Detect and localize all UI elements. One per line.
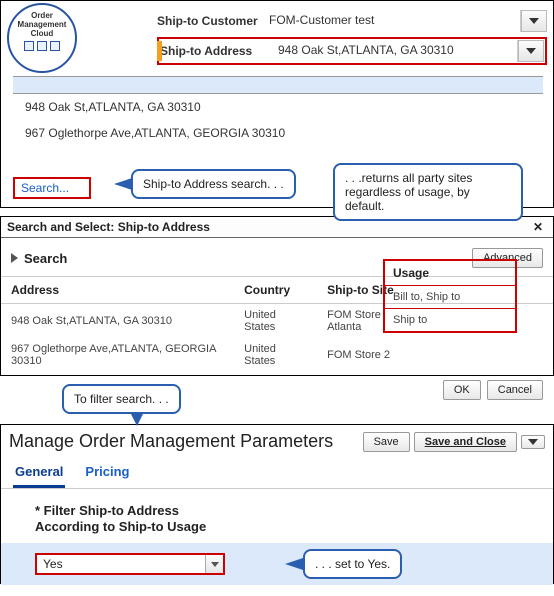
parameters-header: Manage Order Management Parameters Save … <box>1 425 553 454</box>
address-dropdown-list: 948 Oak St,ATLANTA, GA 30310 967 Ogletho… <box>13 76 543 146</box>
required-marker-icon <box>157 41 162 61</box>
mid-callout-area: To filter search. . . <box>0 376 554 424</box>
filter-ship-to-label: * Filter Ship-to Address According to Sh… <box>1 489 553 543</box>
col-usage[interactable]: Usage <box>384 260 516 286</box>
filter-ship-to-select[interactable]: Yes <box>35 553 225 575</box>
cell-usage: Bill to, Ship to <box>384 286 516 309</box>
ship-to-address-label: Ship-to Address <box>160 44 266 58</box>
col-country[interactable]: Country <box>234 277 317 304</box>
order-header-panel: Order Management Cloud Ship-to Customer … <box>0 0 554 208</box>
callout-pointer-icon <box>285 558 303 570</box>
app-logo-badge: Order Management Cloud <box>7 3 77 73</box>
cell-site: FOM Store 2 <box>317 338 419 372</box>
table-row[interactable]: 967 Oglethorpe Ave,ATLANTA, GEORGIA 3031… <box>1 338 553 372</box>
chevron-down-icon <box>211 562 219 567</box>
ship-to-customer-row: Ship-to Customer FOM-Customer test <box>157 7 547 35</box>
chevron-down-icon <box>528 439 538 445</box>
callout-set-to-yes: . . . set to Yes. <box>303 549 402 579</box>
save-button[interactable]: Save <box>363 432 410 452</box>
cell-country: United States <box>234 338 317 372</box>
dialog-title-text: Search and Select: Ship-to Address <box>7 220 210 234</box>
cell-address: 967 Oglethorpe Ave,ATLANTA, GEORGIA 3031… <box>1 338 234 372</box>
col-address[interactable]: Address <box>1 277 234 304</box>
parameter-value-row: Yes . . . set to Yes. <box>1 543 553 585</box>
cell-usage: Ship to <box>384 309 516 333</box>
search-select-dialog: Search and Select: Ship-to Address ✕ Sea… <box>0 216 554 376</box>
callout-pointer-icon <box>130 412 144 426</box>
tab-general[interactable]: General <box>13 458 65 488</box>
ship-to-customer-value[interactable]: FOM-Customer test <box>263 10 521 32</box>
expand-icon[interactable] <box>11 253 18 263</box>
search-more-link[interactable]: Search... <box>13 177 91 199</box>
ship-to-address-dropdown-button[interactable] <box>518 40 544 62</box>
ship-to-customer-dropdown-button[interactable] <box>521 10 547 32</box>
select-dropdown-button[interactable] <box>205 555 223 573</box>
tab-pricing[interactable]: Pricing <box>83 458 131 488</box>
chevron-down-icon <box>529 18 539 24</box>
callout-to-filter: To filter search. . . <box>62 384 181 414</box>
ship-to-address-row: Ship-to Address 948 Oak St,ATLANTA, GA 3… <box>157 37 547 65</box>
dropdown-item[interactable]: 967 Oglethorpe Ave,ATLANTA, GEORGIA 3031… <box>13 120 543 146</box>
chevron-down-icon <box>526 48 536 54</box>
page-title: Manage Order Management Parameters <box>9 431 333 452</box>
ship-to-customer-label: Ship-to Customer <box>157 14 263 28</box>
close-icon[interactable]: ✕ <box>529 220 547 234</box>
dropdown-item[interactable]: 948 Oak St,ATLANTA, GA 30310 <box>13 94 543 120</box>
usage-column-highlight: Usage Bill to, Ship to Ship to <box>383 259 517 333</box>
logo-art <box>24 41 60 51</box>
select-value: Yes <box>37 555 205 573</box>
cell-address: 948 Oak St,ATLANTA, GA 30310 <box>1 304 234 339</box>
dropdown-highlight-bar <box>13 76 543 94</box>
logo-text: Order Management Cloud <box>18 11 67 38</box>
actions-menu-button[interactable] <box>521 435 545 449</box>
manage-parameters-panel: Manage Order Management Parameters Save … <box>0 424 554 584</box>
callout-pointer-icon <box>114 178 132 190</box>
save-and-close-button[interactable]: Save and Close <box>414 432 517 452</box>
search-section-label: Search <box>24 251 67 266</box>
ship-to-address-value[interactable]: 948 Oak St,ATLANTA, GA 30310 <box>266 40 518 62</box>
tab-bar: General Pricing <box>1 454 553 489</box>
cell-country: United States <box>234 304 317 339</box>
callout-ship-to-search: Ship-to Address search. . . <box>131 169 296 199</box>
callout-returns-all-sites: . . .returns all party sites regardless … <box>333 163 523 221</box>
